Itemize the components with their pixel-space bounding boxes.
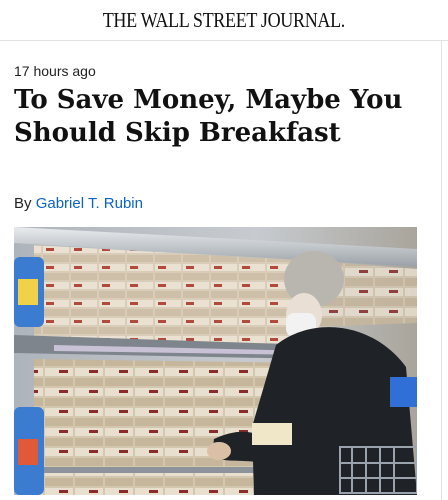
wsj-logo[interactable]: THE WALL STREET JOURNAL.	[103, 8, 346, 33]
author-link[interactable]: Gabriel T. Rubin	[36, 195, 143, 212]
article-headline[interactable]: To Save Money, Maybe You Should Skip Bre…	[14, 84, 434, 150]
grocery-eggs-photo	[14, 227, 417, 495]
article-photo[interactable]	[14, 227, 417, 495]
byline: By Gabriel T. Rubin	[14, 195, 143, 212]
divider	[441, 41, 442, 500]
article-timestamp: 17 hours ago	[14, 63, 96, 79]
byline-prefix: By	[14, 195, 32, 212]
masthead[interactable]: THE WALL STREET JOURNAL.	[0, 0, 448, 41]
